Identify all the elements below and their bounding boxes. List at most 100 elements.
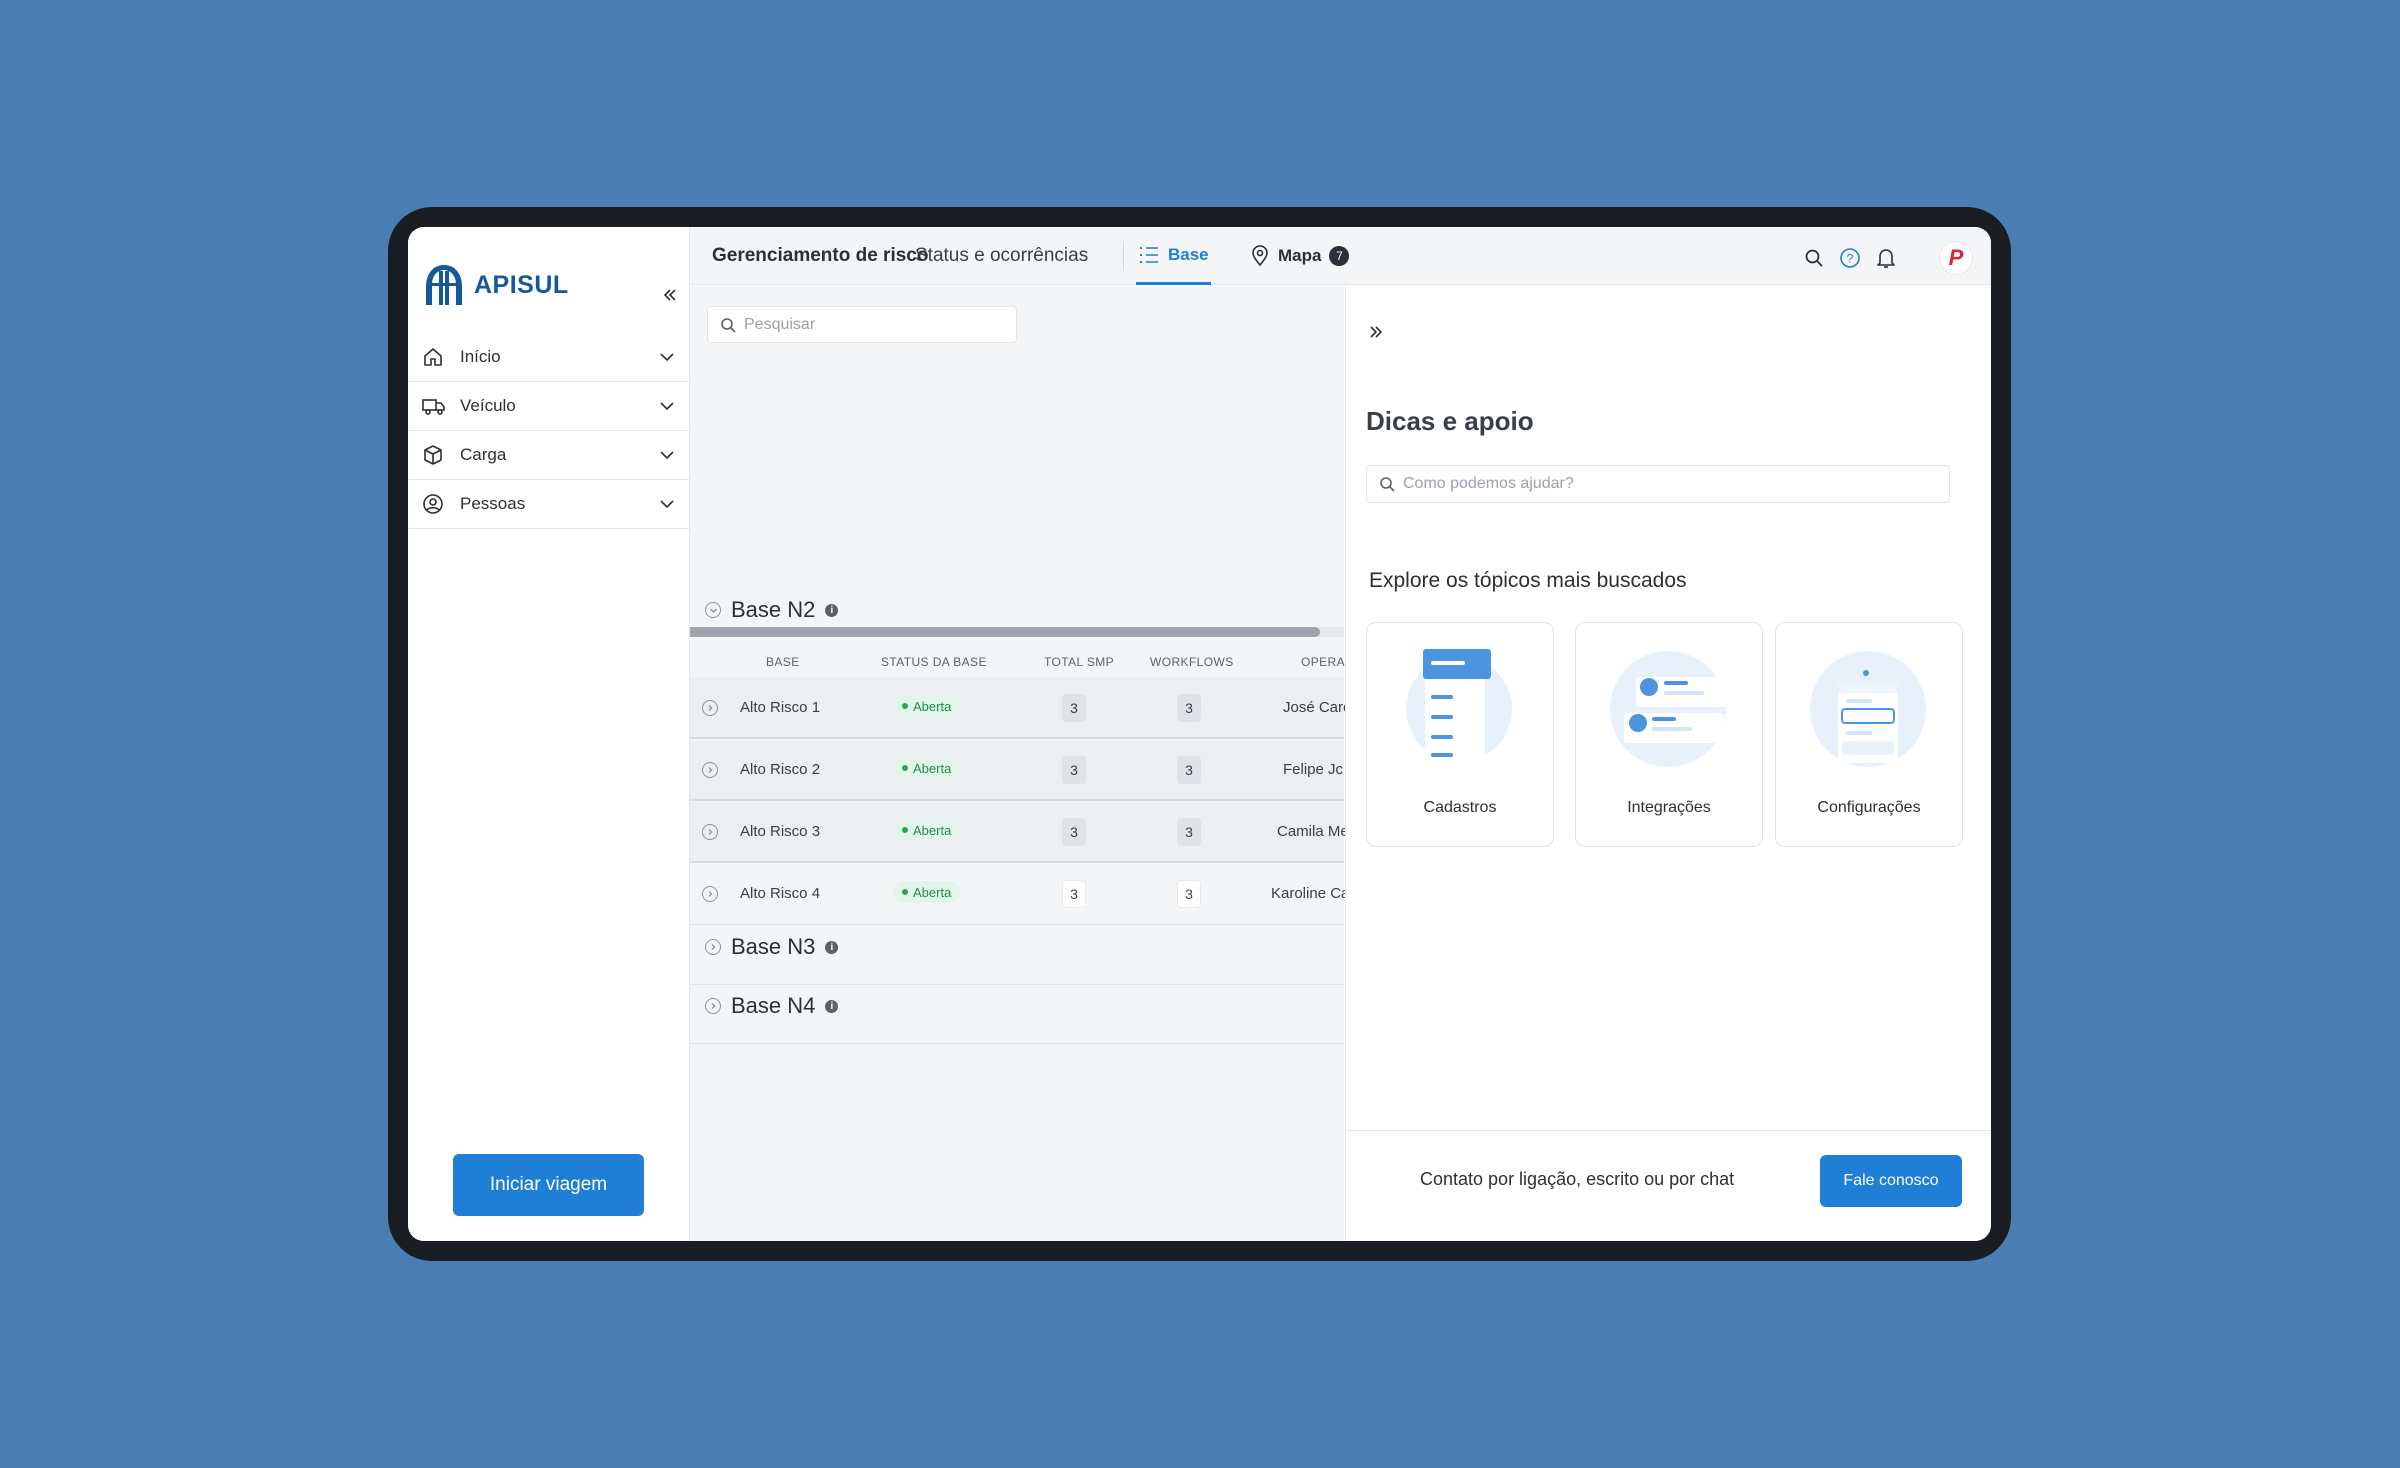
sidebar: APISUL Início Veículo Carga Pessoas Inic… [408,227,690,1241]
apisul-logo: APISUL [420,261,569,309]
help-icon[interactable]: ? [1839,247,1861,269]
apisul-logo-icon [426,265,462,305]
user-circle-icon [422,492,446,516]
chevrons-left-icon [663,289,676,301]
tab-mapa[interactable]: Mapa 7 [1250,227,1350,285]
status-badge: Aberta [893,695,961,717]
status-badge: Aberta [893,819,961,841]
contact-us-button[interactable]: Fale conosco [1820,1155,1962,1207]
expand-icon [705,939,721,955]
search-icon [1380,477,1395,492]
expand-icon [705,998,721,1014]
help-search-input[interactable] [1403,475,1923,493]
chevron-down-icon [660,353,674,362]
app-screen: APISUL Início Veículo Carga Pessoas Inic… [408,227,1991,1241]
collapse-sidebar-button[interactable] [658,283,682,307]
sidebar-item-inicio[interactable]: Início [408,333,690,382]
page-title: Gerenciamento de risco [712,245,929,266]
collapse-panel-button[interactable] [1366,322,1390,346]
workflows-value: 3 [1177,818,1201,846]
start-trip-button[interactable]: Iniciar viagem [453,1154,644,1216]
status-badge: Aberta [893,757,961,779]
topic-card-integracoes[interactable]: Integrações [1575,622,1763,847]
tab-status-ocorrencias[interactable]: Status e ocorrências [915,245,1088,267]
horizontal-scrollbar[interactable] [690,627,1344,637]
configuracoes-illustration-icon [1810,651,1926,767]
group-base-n2[interactable]: Base N2 i [705,595,839,625]
table-row[interactable]: Alto Risco 3 Aberta 3 3 Camila Me [690,802,1349,863]
help-panel: Dicas e apoio Explore os tópicos mais bu… [1345,286,1991,1241]
column-header: STATUS DA BASE [881,655,987,669]
scrollbar-thumb[interactable] [690,627,1320,637]
column-header: BASE [766,655,800,669]
sidebar-nav: Início Veículo Carga Pessoas [408,333,690,529]
contact-text: Contato por ligação, escrito ou por chat [1420,1169,1735,1189]
operator-name: Felipe Jc [1283,761,1344,778]
sidebar-item-label: Início [460,347,501,366]
group-title: Base N2 [731,597,816,622]
table-row[interactable]: Alto Risco 4 Aberta 3 3 Karoline Ca [690,864,1349,925]
tab-mapa-label: Mapa [1278,246,1322,265]
info-icon: i [825,999,839,1013]
status-badge: Aberta [893,881,961,903]
workflows-value: 3 [1177,694,1201,722]
base-name: Alto Risco 4 [740,885,821,902]
operator-name: Camila Me [1277,823,1349,840]
chevrons-right-icon [1370,326,1383,338]
total-smp-value: 3 [1062,756,1086,784]
expand-row-icon[interactable] [702,886,718,902]
column-header: TOTAL SMP [1044,655,1115,669]
tab-base[interactable]: Base [1136,227,1211,285]
svg-text:?: ? [1847,252,1854,266]
help-search-box[interactable] [1366,465,1950,503]
base-name: Alto Risco 1 [740,699,821,716]
expand-row-icon[interactable] [702,824,718,840]
search-icon [721,317,736,333]
top-bar-actions: ? P [1803,241,1973,275]
total-smp-value: 3 [1062,818,1086,846]
table-row[interactable]: Alto Risco 1 Aberta 3 3 José Carc [690,678,1351,739]
topic-card-configuracoes[interactable]: Configurações [1775,622,1963,847]
search-icon[interactable] [1803,247,1825,269]
base-name: Alto Risco 3 [740,823,821,840]
sidebar-item-carga[interactable]: Carga [408,431,690,480]
search-input[interactable] [744,315,984,334]
chevron-down-icon [660,402,674,411]
workflows-value: 3 [1177,880,1201,908]
count-badge: 7 [1329,246,1350,266]
cadastros-illustration-icon [1406,649,1512,763]
avatar[interactable]: P [1939,241,1973,275]
table-row[interactable]: Alto Risco 2 Aberta 3 3 Felipe Jc [690,740,1344,801]
card-label: Configurações [1817,799,1921,816]
map-pin-icon [1252,245,1268,267]
sidebar-item-label: Carga [460,445,507,464]
base-name: Alto Risco 2 [740,761,821,778]
bell-icon[interactable] [1875,247,1897,269]
group-base-n3[interactable]: Base N3 i [705,932,839,962]
expand-row-icon[interactable] [702,700,718,716]
operator-name: Karoline Ca [1271,885,1350,902]
brand-name: APISUL [474,270,569,299]
collapse-icon [705,602,721,618]
total-smp-value: 3 [1062,694,1086,722]
search-box[interactable] [707,306,1017,343]
card-label: Cadastros [1423,799,1497,816]
base-list: Base N2 i BASE STATUS DA BASE TOTAL SMP … [690,286,1354,1241]
list-icon [1140,246,1158,263]
group-base-n4[interactable]: Base N4 i [705,991,839,1021]
tab-base-label: Base [1168,244,1209,264]
expand-row-icon[interactable] [702,762,718,778]
topic-card-cadastros[interactable]: Cadastros [1366,622,1554,847]
sidebar-item-label: Veículo [460,396,516,415]
integracoes-illustration-icon [1610,651,1732,767]
topics-heading: Explore os tópicos mais buscados [1369,569,1687,592]
card-label: Integrações [1627,799,1711,816]
sidebar-item-pessoas[interactable]: Pessoas [408,480,690,529]
tablet-frame: APISUL Início Veículo Carga Pessoas Inic… [388,207,2011,1261]
box-icon [422,443,446,467]
column-header: WORKFLOWS [1150,655,1234,669]
operator-name: José Carc [1283,699,1351,716]
group-title: Base N3 [731,934,816,959]
sidebar-item-veiculo[interactable]: Veículo [408,382,690,431]
info-icon: i [825,940,839,954]
